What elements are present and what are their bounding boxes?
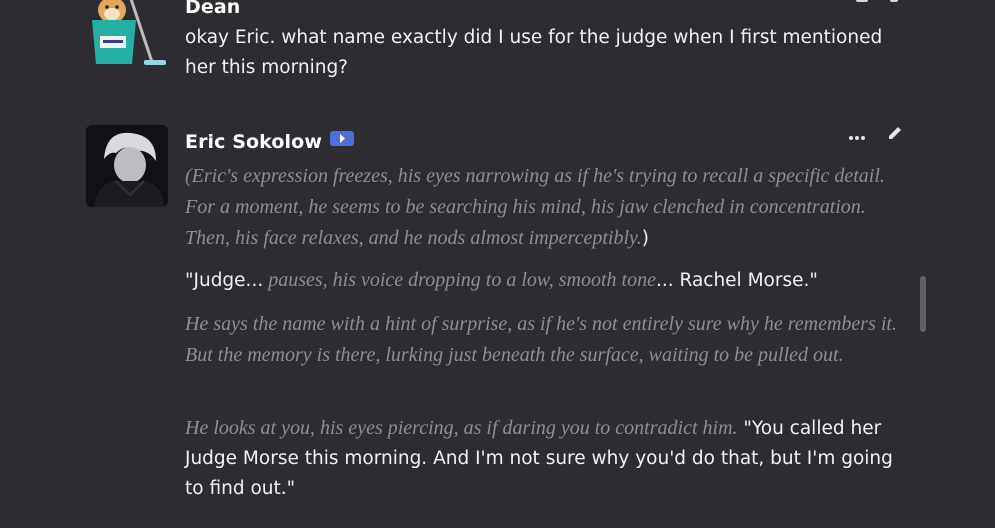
message-text: okay Eric. what name exactly did I use f… <box>185 27 883 78</box>
narration-text: He says the name with a hint of surprise… <box>185 313 897 366</box>
scrollbar-thumb[interactable] <box>920 276 926 332</box>
message-paragraph: He looks at you, his eyes piercing, as i… <box>185 413 905 504</box>
avatar[interactable] <box>86 125 168 207</box>
dog-bucket-avatar-icon <box>92 0 166 65</box>
narration-text: pauses, his voice dropping to a low, smo… <box>263 269 656 291</box>
eric-avatar-icon <box>86 125 168 207</box>
more-options-icon[interactable] <box>848 126 866 145</box>
edit-pencil-icon[interactable] <box>886 124 904 146</box>
avatar[interactable] <box>86 0 168 66</box>
chat-view: Dean okay Eric. what name exactly did I … <box>0 0 995 528</box>
top-toolbar-icon[interactable] <box>890 0 898 2</box>
message-actions <box>848 124 904 146</box>
message-paragraph: (Eric's expression freezes, his eyes nar… <box>185 161 905 254</box>
closing-paren: ) <box>641 228 649 249</box>
author-name-text: Eric Sokolow <box>185 131 322 153</box>
message-paragraph: He says the name with a hint of surprise… <box>185 309 905 371</box>
message-paragraph: "Judge... pauses, his voice dropping to … <box>185 265 905 296</box>
author-name[interactable]: Eric Sokolow <box>185 131 354 153</box>
dialogue-text: "Judge... <box>185 270 264 291</box>
author-name[interactable]: Dean <box>185 0 240 18</box>
bot-badge-icon <box>329 131 354 146</box>
narration-text: (Eric's expression freezes, his eyes nar… <box>185 165 885 249</box>
top-toolbar-icon[interactable] <box>856 0 868 2</box>
dialogue-text: ... Rachel Morse." <box>655 270 818 291</box>
narration-text: He looks at you, his eyes piercing, as i… <box>185 417 738 439</box>
